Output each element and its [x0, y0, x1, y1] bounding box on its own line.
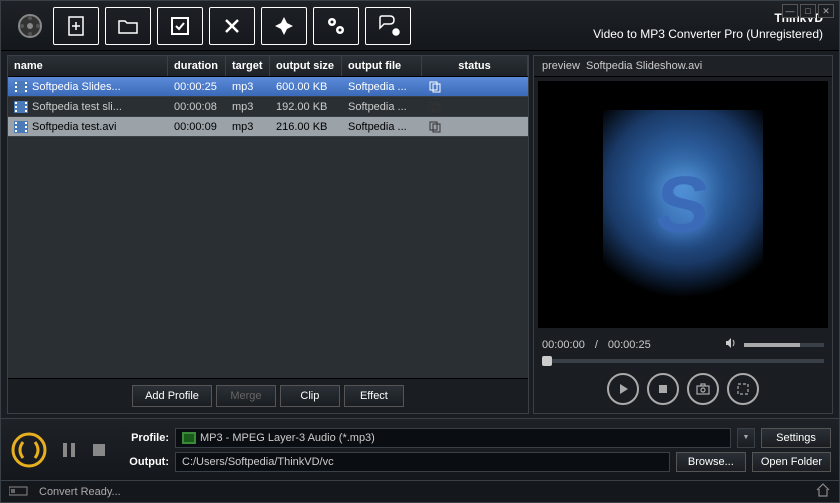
- clip-button[interactable]: Clip: [280, 385, 340, 407]
- output-label: Output:: [119, 456, 169, 468]
- output-path-input[interactable]: C:/Users/Softpedia/ThinkVD/vc: [175, 452, 670, 472]
- row-file: Softpedia ...: [342, 121, 422, 133]
- open-folder-button[interactable]: [105, 7, 151, 45]
- snapshot-button[interactable]: [687, 373, 719, 405]
- preview-thumbnail: [603, 110, 763, 300]
- row-size: 216.00 KB: [270, 121, 342, 133]
- video-icon: [14, 81, 28, 93]
- copy-icon[interactable]: [428, 120, 442, 134]
- video-icon: [14, 121, 28, 133]
- col-file[interactable]: output file: [342, 56, 422, 76]
- stop-convert-button[interactable]: [87, 438, 111, 462]
- merge-button[interactable]: Merge: [216, 385, 276, 407]
- maximize-button[interactable]: □: [800, 4, 816, 18]
- row-target: mp3: [226, 101, 270, 113]
- effects-button[interactable]: [261, 7, 307, 45]
- row-target: mp3: [226, 81, 270, 93]
- volume-icon[interactable]: [724, 336, 738, 353]
- status-text: Convert Ready...: [39, 486, 121, 498]
- row-size: 600.00 KB: [270, 81, 342, 93]
- table-row[interactable]: Softpedia test sli... 00:00:08mp3192.00 K…: [8, 97, 528, 117]
- row-duration: 00:00:08: [168, 101, 226, 113]
- row-target: mp3: [226, 121, 270, 133]
- profile-label: Profile:: [119, 432, 169, 444]
- row-duration: 00:00:25: [168, 81, 226, 93]
- preview-video[interactable]: [538, 81, 828, 328]
- product-title: Video to MP3 Converter Pro (Unregistered…: [411, 27, 823, 41]
- help-button[interactable]: [365, 7, 411, 45]
- app-logo: [15, 11, 45, 41]
- check-all-button[interactable]: [157, 7, 203, 45]
- col-duration[interactable]: duration: [168, 56, 226, 76]
- row-name: Softpedia test sli...: [32, 101, 122, 113]
- mp3-icon: [182, 432, 196, 444]
- volume-slider[interactable]: [744, 343, 824, 347]
- minimize-button[interactable]: —: [782, 4, 798, 18]
- row-duration: 00:00:09: [168, 121, 226, 133]
- profile-dropdown[interactable]: ▼: [737, 428, 755, 448]
- play-button[interactable]: [607, 373, 639, 405]
- preview-total-time: 00:00:25: [608, 339, 651, 351]
- preview-panel: preview Softpedia Slideshow.avi 00:00:00…: [533, 55, 833, 414]
- home-button[interactable]: [815, 482, 831, 501]
- video-icon: [14, 101, 28, 113]
- row-file: Softpedia ...: [342, 81, 422, 93]
- settings-profile-button[interactable]: Settings: [761, 428, 831, 448]
- preview-label: preview: [542, 60, 580, 72]
- settings-button[interactable]: [313, 7, 359, 45]
- stop-button[interactable]: [647, 373, 679, 405]
- copy-icon[interactable]: [428, 80, 442, 94]
- profile-select[interactable]: MP3 - MPEG Layer-3 Audio (*.mp3): [175, 428, 731, 448]
- col-size[interactable]: output size: [270, 56, 342, 76]
- seek-slider[interactable]: [542, 359, 824, 363]
- copy-icon[interactable]: [428, 100, 442, 114]
- status-icon: [9, 485, 29, 499]
- open-folder-button[interactable]: Open Folder: [752, 452, 831, 472]
- preview-filename: Softpedia Slideshow.avi: [586, 60, 702, 72]
- fullscreen-button[interactable]: [727, 373, 759, 405]
- row-name: Softpedia Slides...: [32, 81, 121, 93]
- effect-button[interactable]: Effect: [344, 385, 404, 407]
- col-target[interactable]: target: [226, 56, 270, 76]
- row-name: Softpedia test.avi: [32, 121, 116, 133]
- remove-button[interactable]: [209, 7, 255, 45]
- preview-current-time: 00:00:00: [542, 339, 585, 351]
- browse-button[interactable]: Browse...: [676, 452, 746, 472]
- file-list-panel: name duration target output size output …: [7, 55, 529, 414]
- brand-title: ThinkVD: [411, 11, 823, 25]
- add-profile-button[interactable]: Add Profile: [132, 385, 212, 407]
- table-row[interactable]: Softpedia test.avi 00:00:09mp3216.00 KBSo…: [8, 117, 528, 137]
- add-file-button[interactable]: [53, 7, 99, 45]
- col-name[interactable]: name: [8, 56, 168, 76]
- table-row[interactable]: Softpedia Slides... 00:00:25mp3600.00 KBS…: [8, 77, 528, 97]
- col-status[interactable]: status: [422, 56, 528, 76]
- convert-button[interactable]: [9, 430, 49, 470]
- close-button[interactable]: ✕: [818, 4, 834, 18]
- pause-button[interactable]: [57, 438, 81, 462]
- row-file: Softpedia ...: [342, 101, 422, 113]
- row-size: 192.00 KB: [270, 101, 342, 113]
